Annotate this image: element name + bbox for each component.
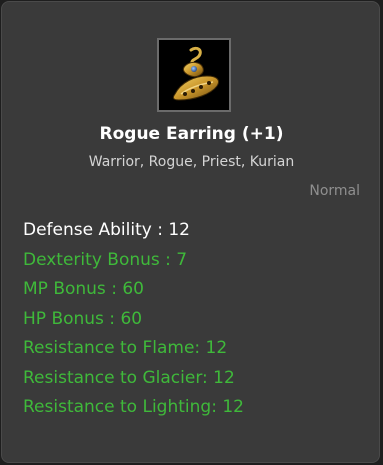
stat-hp-bonus: HP Bonus : 60 <box>23 308 143 329</box>
item-name: Rogue Earring (+1) <box>99 124 284 144</box>
item-grade: Normal <box>309 183 360 199</box>
stat-resistance-flame: Resistance to Flame: 12 <box>23 338 228 358</box>
stat-list: Defense Ability : 12 Dexterity Bonus : 7… <box>23 216 244 423</box>
stat-resistance-lighting: Resistance to Lighting: 12 <box>23 397 244 417</box>
stat-dexterity-bonus: Dexterity Bonus : 7 <box>23 249 188 270</box>
stat-resistance-glacier: Resistance to Glacier: 12 <box>23 367 235 388</box>
item-tooltip: Rogue Earring (+1) Warrior, Rogue, Pries… <box>1 1 380 463</box>
golden-earring-icon <box>172 46 220 101</box>
stat-defense-ability: Defense Ability : 12 <box>23 220 190 240</box>
stat-mp-bonus: MP Bonus : 60 <box>23 279 144 299</box>
item-icon-frame <box>157 38 231 112</box>
item-classes: Warrior, Rogue, Priest, Kurian <box>88 154 295 170</box>
